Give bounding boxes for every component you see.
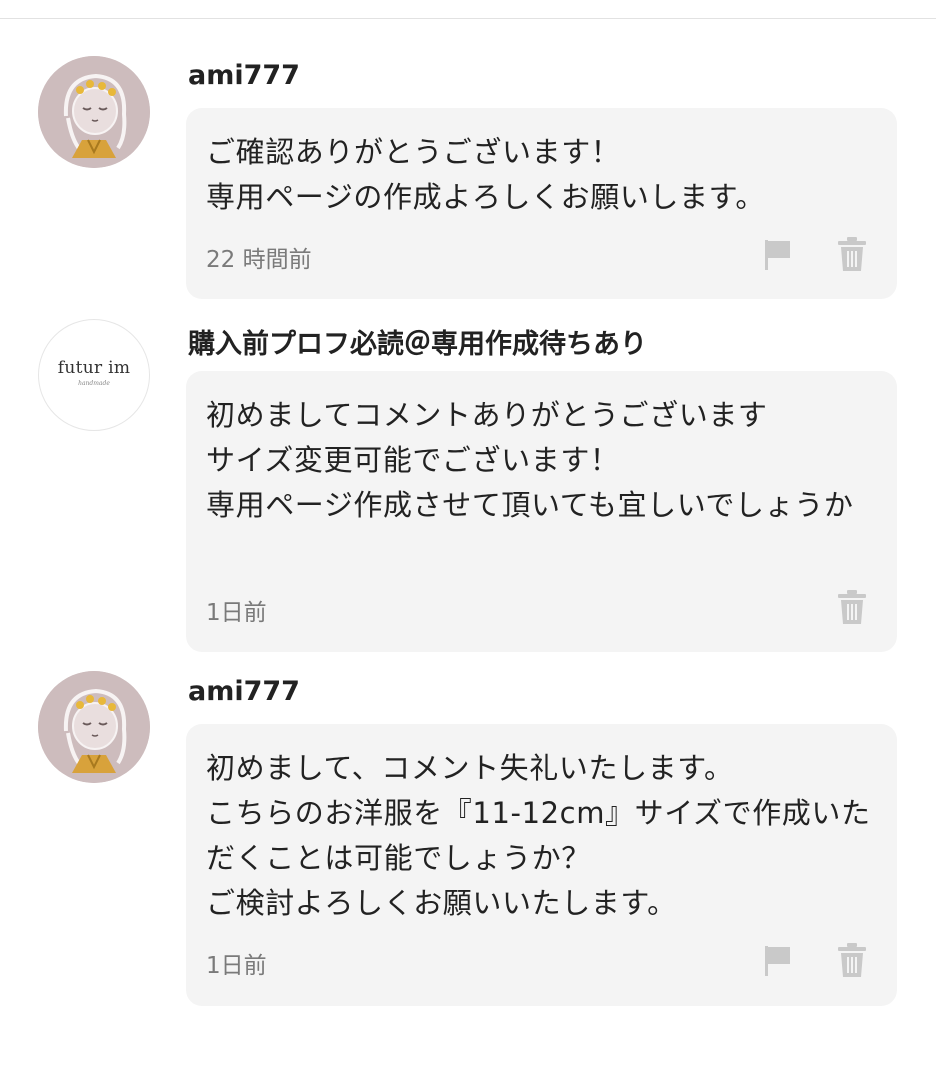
trash-icon[interactable] bbox=[836, 942, 868, 977]
comment-timestamp: 1日前 bbox=[206, 953, 267, 979]
comment-text: 初めましてコメントありがとうございます サイズ変更可能でございます！ 専用ページ… bbox=[206, 398, 854, 522]
avatar[interactable]: futur im handmade bbox=[38, 319, 150, 431]
comment-timestamp: 1日前 bbox=[206, 600, 267, 626]
top-divider bbox=[0, 0, 936, 19]
comment-username[interactable]: ami777 bbox=[188, 676, 300, 707]
comment-timestamp: 22 時間前 bbox=[206, 247, 312, 273]
avatar[interactable] bbox=[38, 671, 150, 783]
flag-icon[interactable] bbox=[762, 238, 794, 272]
girl-avatar-icon bbox=[38, 56, 150, 168]
shop-logo-subtext: handmade bbox=[78, 380, 110, 387]
comment-text: 初めまして、コメント失礼いたします。 こちらのお洋服を『11-12cm』サイズで… bbox=[206, 751, 871, 920]
avatar[interactable] bbox=[38, 56, 150, 168]
comment-username[interactable]: ami777 bbox=[188, 60, 300, 91]
trash-icon[interactable] bbox=[836, 589, 868, 624]
comment-bubble: 初めましてコメントありがとうございます サイズ変更可能でございます！ 専用ページ… bbox=[186, 371, 897, 652]
girl-avatar-icon bbox=[38, 671, 150, 783]
comment-bubble: 初めまして、コメント失礼いたします。 こちらのお洋服を『11-12cm』サイズで… bbox=[186, 724, 897, 1006]
comment-bubble: ご確認ありがとうございます！ 専用ページの作成よろしくお願いします。 22 時間… bbox=[186, 108, 897, 299]
comment-text: ご確認ありがとうございます！ 専用ページの作成よろしくお願いします。 bbox=[206, 135, 765, 214]
shop-logo-text: futur im bbox=[57, 358, 131, 378]
flag-icon[interactable] bbox=[762, 944, 794, 978]
trash-icon[interactable] bbox=[836, 236, 868, 271]
comment-username[interactable]: 購入前プロフ必読＠専用作成待ちあり bbox=[188, 322, 647, 361]
